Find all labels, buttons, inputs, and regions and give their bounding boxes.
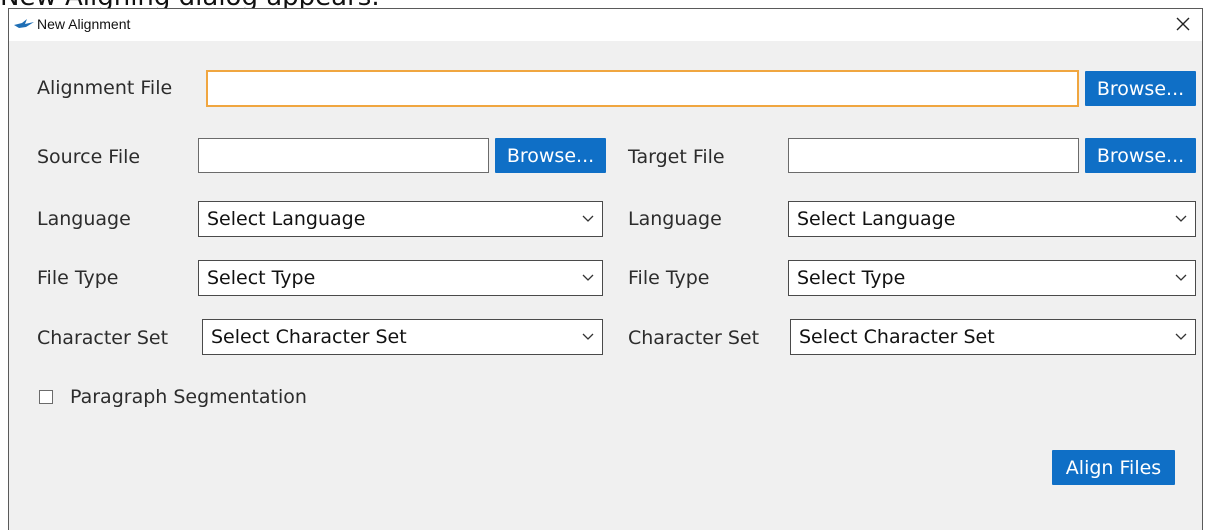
target-language-label: Language (628, 208, 722, 230)
source-filetype-select[interactable]: Select Type (198, 260, 603, 296)
source-language-value: Select Language (207, 208, 366, 230)
target-filetype-value: Select Type (797, 267, 906, 289)
target-filetype-select[interactable]: Select Type (788, 260, 1196, 296)
target-charset-label: Character Set (628, 327, 760, 349)
target-language-value: Select Language (797, 208, 956, 230)
source-browse-button[interactable]: Browse... (495, 138, 606, 173)
target-charset-select[interactable]: Select Character Set (790, 319, 1196, 355)
close-icon (1176, 17, 1190, 31)
source-language-label: Language (37, 208, 131, 230)
alignment-browse-button[interactable]: Browse... (1085, 71, 1196, 106)
target-file-label: Target File (628, 146, 725, 168)
alignment-file-input[interactable] (206, 70, 1079, 107)
chevron-down-icon (1175, 274, 1187, 281)
source-file-label: Source File (37, 146, 141, 168)
paragraph-segmentation-checkbox[interactable] (39, 390, 53, 404)
chevron-down-icon (582, 274, 594, 281)
source-file-input[interactable] (198, 138, 489, 173)
target-browse-button[interactable]: Browse... (1085, 138, 1196, 173)
close-button[interactable] (1170, 11, 1196, 37)
alignment-file-label: Alignment File (37, 77, 173, 99)
source-filetype-label: File Type (37, 267, 119, 289)
align-files-button[interactable]: Align Files (1052, 450, 1175, 485)
source-charset-label: Character Set (37, 327, 169, 349)
new-alignment-dialog: New Alignment Alignment File Browse... S… (8, 8, 1203, 530)
source-charset-value: Select Character Set (211, 326, 407, 348)
window-title: New Alignment (37, 16, 131, 32)
title-bar: New Alignment (9, 9, 1202, 41)
chevron-down-icon (1175, 215, 1187, 222)
chevron-down-icon (582, 215, 594, 222)
target-language-select[interactable]: Select Language (788, 201, 1196, 237)
target-file-input[interactable] (788, 138, 1079, 173)
bird-logo-icon (14, 19, 34, 28)
source-language-select[interactable]: Select Language (198, 201, 603, 237)
source-filetype-value: Select Type (207, 267, 316, 289)
chevron-down-icon (1175, 333, 1187, 340)
target-charset-value: Select Character Set (799, 326, 995, 348)
chevron-down-icon (582, 333, 594, 340)
target-filetype-label: File Type (628, 267, 710, 289)
source-charset-select[interactable]: Select Character Set (202, 319, 603, 355)
paragraph-segmentation-label: Paragraph Segmentation (70, 386, 307, 408)
